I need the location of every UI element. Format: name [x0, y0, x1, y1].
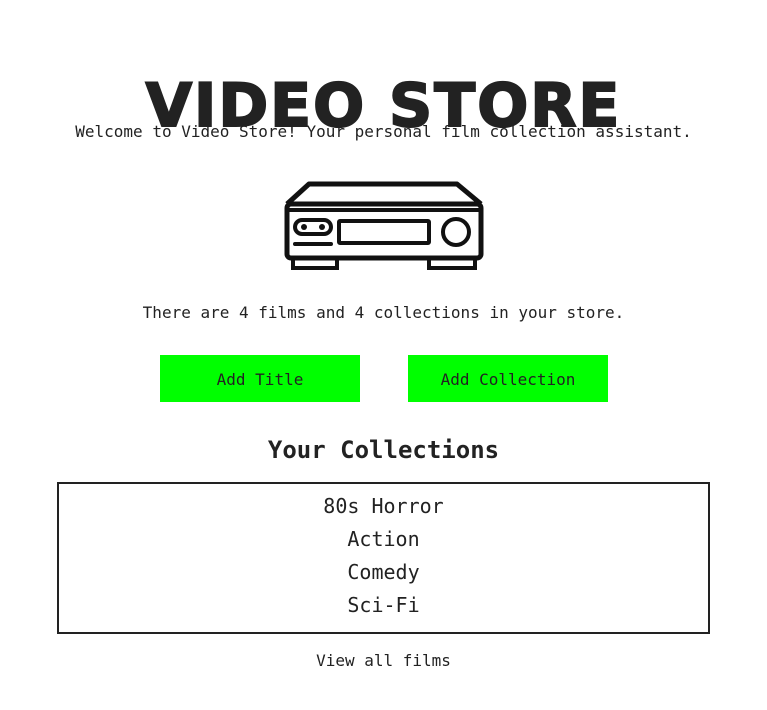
collections-list-box: 80s Horror Action Comedy Sci-Fi — [57, 482, 710, 634]
collection-item-comedy[interactable]: Comedy — [59, 556, 708, 589]
vcr-icon — [284, 181, 484, 270]
collection-item-sci-fi[interactable]: Sci-Fi — [59, 589, 708, 622]
collections-list: 80s Horror Action Comedy Sci-Fi — [59, 484, 708, 622]
add-title-button[interactable]: Add Title — [160, 355, 360, 402]
collection-item-80s-horror[interactable]: 80s Horror — [59, 490, 708, 523]
store-summary: There are 4 films and 4 collections in y… — [142, 303, 625, 322]
add-collection-button[interactable]: Add Collection — [408, 355, 608, 402]
welcome-message: Welcome to Video Store! Your personal fi… — [75, 122, 692, 141]
collections-heading: Your Collections — [267, 436, 500, 464]
view-all-films-link[interactable]: View all films — [0, 650, 767, 672]
collection-item-action[interactable]: Action — [59, 523, 708, 556]
